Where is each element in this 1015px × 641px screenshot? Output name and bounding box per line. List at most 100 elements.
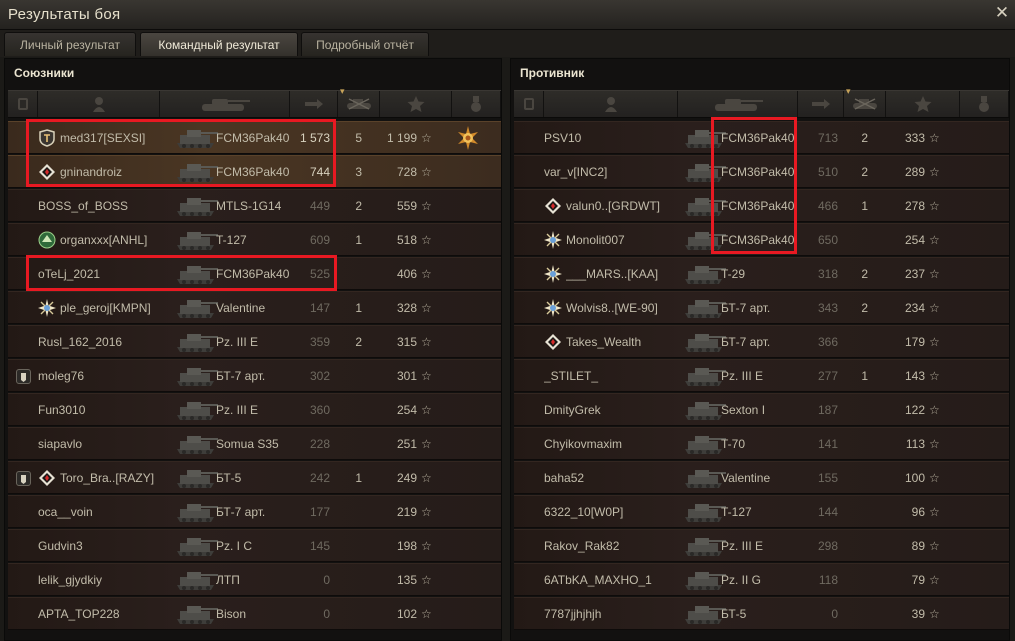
player-row[interactable]: organxxx[ANHL] T-127 609 1 518 ☆: [8, 223, 501, 256]
damage-value: 343: [817, 301, 838, 315]
achievement-medal[interactable]: [456, 126, 480, 150]
player-row[interactable]: Toro_Bra..[RAZY] БТ-5 242 1 249 ☆: [8, 461, 501, 494]
player-name: APTA_TOP228: [38, 607, 120, 621]
tank-name: T-127: [721, 505, 752, 519]
medal-icon: [458, 126, 478, 150]
tank-icon: [174, 261, 218, 287]
damage-value: 118: [818, 573, 838, 587]
xp-value: 219: [396, 505, 417, 519]
diamond-icon: [39, 470, 55, 486]
header-col-xp-star[interactable]: [380, 91, 452, 117]
player-row[interactable]: ple_geroj[KMPN] Valentine 147 1 328 ☆: [8, 291, 501, 324]
header-col-tank[interactable]: [160, 91, 290, 117]
tank-icon: [174, 193, 218, 219]
tab-detailed-report[interactable]: Подробный отчёт: [301, 32, 429, 56]
xp-value: 100: [904, 471, 925, 485]
player-row[interactable]: lelik_gjydkiy ЛТП 0 135 ☆: [8, 563, 501, 596]
player-row[interactable]: Monolit007 FCM36Pak40 650 254 ☆: [514, 223, 1009, 256]
player-row[interactable]: oca__voin БТ-7 арт. 177 219 ☆: [8, 495, 501, 528]
close-icon[interactable]: ✕: [993, 3, 1011, 23]
tank-silhouette-icon: [177, 572, 218, 590]
player-row[interactable]: APTA_TOP228 Bison 0 102 ☆: [8, 597, 501, 630]
player-row[interactable]: var_v[INC2] FCM36Pak40 510 2 289 ☆: [514, 155, 1009, 188]
xp-value: 518: [396, 233, 417, 247]
tank-name: T-127: [216, 233, 247, 247]
tank-icon: [682, 465, 726, 491]
player-row[interactable]: ___MARS..[KAA] T-29 318 2 237 ☆: [514, 257, 1009, 290]
xp-star-icon: ☆: [929, 539, 940, 553]
player-row[interactable]: oTeLj_2021 FCM36Pak40 525 406 ☆: [8, 257, 501, 290]
player-row[interactable]: Fun3010 Pz. III E 360 254 ☆: [8, 393, 501, 426]
tank-icon: [174, 465, 218, 491]
tank-icon: [682, 261, 726, 287]
damage-value: 318: [817, 267, 838, 281]
kills-value: [348, 394, 362, 427]
xp-star-icon: ☆: [929, 573, 940, 587]
xp-value: 289: [904, 165, 925, 179]
player-row[interactable]: Rakov_Rak82 Pz. III E 298 89 ☆: [514, 529, 1009, 562]
kills-value: 1: [355, 301, 362, 315]
xp-value: 79: [911, 573, 925, 587]
tank-icon: [174, 363, 218, 389]
diamond-icon: [38, 469, 56, 487]
damage-value: 650: [817, 233, 838, 247]
damage-value: 144: [817, 505, 838, 519]
tank-name: MTLS-1G14: [216, 199, 282, 213]
header-col-xp-star[interactable]: [886, 91, 960, 117]
kills-value: 1: [861, 199, 868, 213]
player-row[interactable]: Chyikovmaxim T-70 141 113 ☆: [514, 427, 1009, 460]
player-row[interactable]: baha52 Valentine 155 100 ☆: [514, 461, 1009, 494]
header-col-tank[interactable]: [678, 91, 798, 117]
xp-star-icon: ☆: [421, 199, 432, 213]
player-row[interactable]: BOSS_of_BOSS MTLS-1G14 449 2 559 ☆: [8, 189, 501, 222]
header-col-squad[interactable]: [8, 91, 38, 117]
kills-icon: [852, 98, 877, 110]
diamond-icon: [545, 334, 561, 350]
player-row[interactable]: valun0..[GRDWT] FCM36Pak40 466 1 278 ☆: [514, 189, 1009, 222]
kills-value: 1: [861, 369, 868, 383]
player-name: Chyikovmaxim: [544, 437, 623, 451]
xp-value: 198: [396, 539, 417, 553]
player-icon: [604, 97, 617, 112]
header-col-kills[interactable]: ▾: [338, 86, 380, 117]
player-name: baha52: [544, 471, 585, 485]
player-row[interactable]: Rusl_162_2016 Pz. III E 359 2 315 ☆: [8, 325, 501, 358]
squad-icon: [16, 369, 31, 384]
player-row[interactable]: siapavlo Somua S35 228 251 ☆: [8, 427, 501, 460]
tank-silhouette-icon: [685, 334, 726, 352]
star-burst-icon: [544, 265, 562, 283]
player-row[interactable]: Wolvis8..[WE-90] БТ-7 арт. 343 2 234 ☆: [514, 291, 1009, 324]
player-row[interactable]: Takes_Wealth БТ-7 арт. 366 179 ☆: [514, 325, 1009, 358]
header-col-medal[interactable]: [960, 91, 1009, 117]
player-row[interactable]: 6322_10[W0P] T-127 144 96 ☆: [514, 495, 1009, 528]
tank-icon: [682, 329, 726, 355]
player-row[interactable]: DmityGrek Sexton I 187 122 ☆: [514, 393, 1009, 426]
damage-value: 366: [817, 335, 838, 349]
player-row[interactable]: med317[SEXSI] FCM36Pak40 1 573 5 1 199 ☆: [8, 121, 501, 154]
header-col-medal[interactable]: [452, 91, 501, 117]
header-col-kills[interactable]: ▾: [844, 86, 886, 117]
tab-personal-result[interactable]: Личный результат: [4, 32, 136, 56]
tank-icon: [174, 397, 218, 423]
header-col-squad[interactable]: [514, 91, 544, 117]
player-row[interactable]: moleg76 БТ-7 арт. 302 301 ☆: [8, 359, 501, 392]
xp-star-icon: ☆: [929, 607, 940, 621]
player-name: ple_geroj[KMPN]: [60, 301, 151, 315]
player-row[interactable]: Gudvin3 Pz. I C 145 198 ☆: [8, 529, 501, 562]
xp-star-icon: ☆: [421, 505, 432, 519]
xp-star-icon: ☆: [421, 267, 432, 281]
player-row[interactable]: gninandroiz FCM36Pak40 744 3 728 ☆: [8, 155, 501, 188]
header-col-damage[interactable]: [798, 91, 844, 117]
header-col-player[interactable]: [38, 91, 160, 117]
tank-name: Valentine: [721, 471, 771, 485]
header-col-damage[interactable]: [290, 91, 338, 117]
xp-value: 135: [396, 573, 417, 587]
player-row[interactable]: _STILET_ Pz. III E 277 1 143 ☆: [514, 359, 1009, 392]
player-row[interactable]: PSV10 FCM36Pak40 713 2 333 ☆: [514, 121, 1009, 154]
sort-arrow-icon: ▾: [340, 86, 345, 96]
player-row[interactable]: 7787jjhjhjh БТ-5 0 39 ☆: [514, 597, 1009, 630]
header-col-player[interactable]: [544, 91, 678, 117]
player-row[interactable]: 6ATbKA_MAXHO_1 Pz. II G 118 79 ☆: [514, 563, 1009, 596]
xp-star-icon: ☆: [929, 403, 940, 417]
tab-team-result[interactable]: Командный результат: [140, 32, 298, 56]
